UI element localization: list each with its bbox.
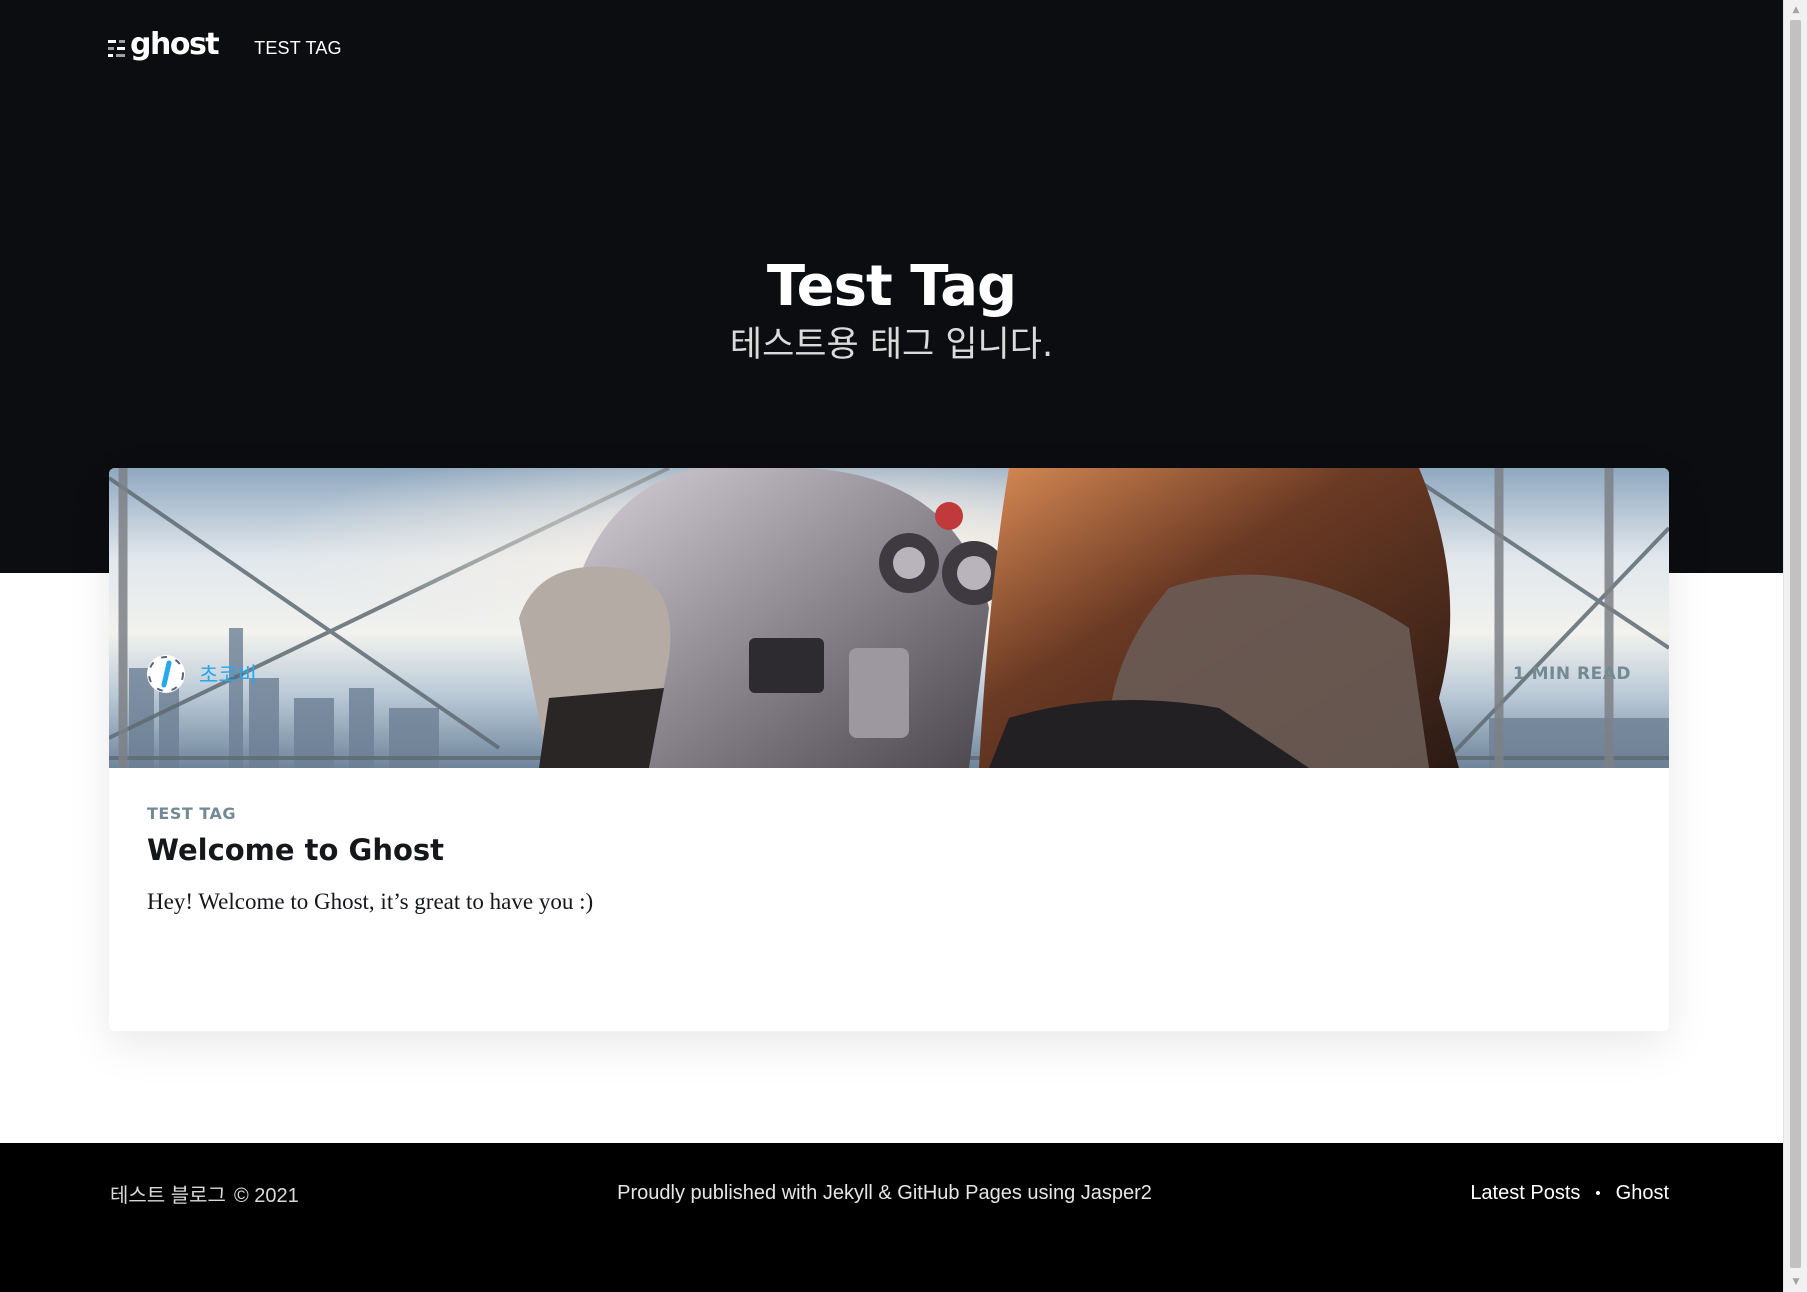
site-logo[interactable]: ghost [108,30,220,60]
footer-link-ghost[interactable]: Ghost [1616,1182,1669,1205]
site-footer: 테스트 블로그 © 2021 Proudly published with Jek… [0,1143,1783,1292]
footer-nav: Latest Posts • Ghost [1470,1182,1669,1205]
footer-credit: Proudly published with Jekyll & GitHub P… [617,1181,1152,1204]
binoculars-photo-icon [109,468,1669,768]
post-card-content: TEST TAG Welcome to Ghost Hey! Welcome t… [109,768,1669,918]
page: ghost TEST TAG Test Tag 테스트용 태그 입니다. TES… [0,0,1783,1292]
scroll-down-arrow-icon[interactable]: ▼ [1784,1272,1807,1292]
footer-link-latest-posts[interactable]: Latest Posts [1470,1182,1580,1205]
ghost-logo-icon [108,39,125,57]
post-card[interactable]: TEST TAG Welcome to Ghost Hey! Welcome t… [109,468,1669,1031]
page-description: 테스트용 태그 입니다. [729,325,1054,365]
footer-blog-link[interactable]: 테스트 블로그 [110,1185,226,1207]
footer-content: 테스트 블로그 © 2021 Proudly published with Jek… [110,1178,1669,1208]
page-title: Test Tag [766,254,1017,319]
nav-item-test-tag[interactable]: TEST TAG [254,38,342,59]
post-card-tag: TEST TAG [147,804,237,823]
logo-text: ghost [130,27,220,62]
footer-separator: • [1595,1184,1601,1202]
scroll-up-arrow-icon[interactable]: ▲ [1784,0,1807,20]
post-card-image[interactable] [109,468,1669,768]
site-nav: ghost TEST TAG [108,26,342,70]
post-card-meta: 초코비 1 MIN READ [147,654,1631,694]
footer-year: © 2021 [233,1184,299,1207]
author-avatar-icon[interactable] [147,655,185,693]
reading-time: 1 MIN READ [1512,664,1631,684]
scrollbar-thumb[interactable] [1790,20,1801,1268]
post-card-title[interactable]: Welcome to Ghost [147,833,1631,868]
post-card-author[interactable]: 초코비 [147,655,257,693]
post-card-excerpt[interactable]: Hey! Welcome to Ghost, it’s great to hav… [147,886,1631,918]
vertical-scrollbar[interactable]: ▲ ▼ [1783,0,1807,1292]
footer-copyright: 테스트 블로그 © 2021 [110,1179,299,1208]
author-name[interactable]: 초코비 [199,659,257,689]
